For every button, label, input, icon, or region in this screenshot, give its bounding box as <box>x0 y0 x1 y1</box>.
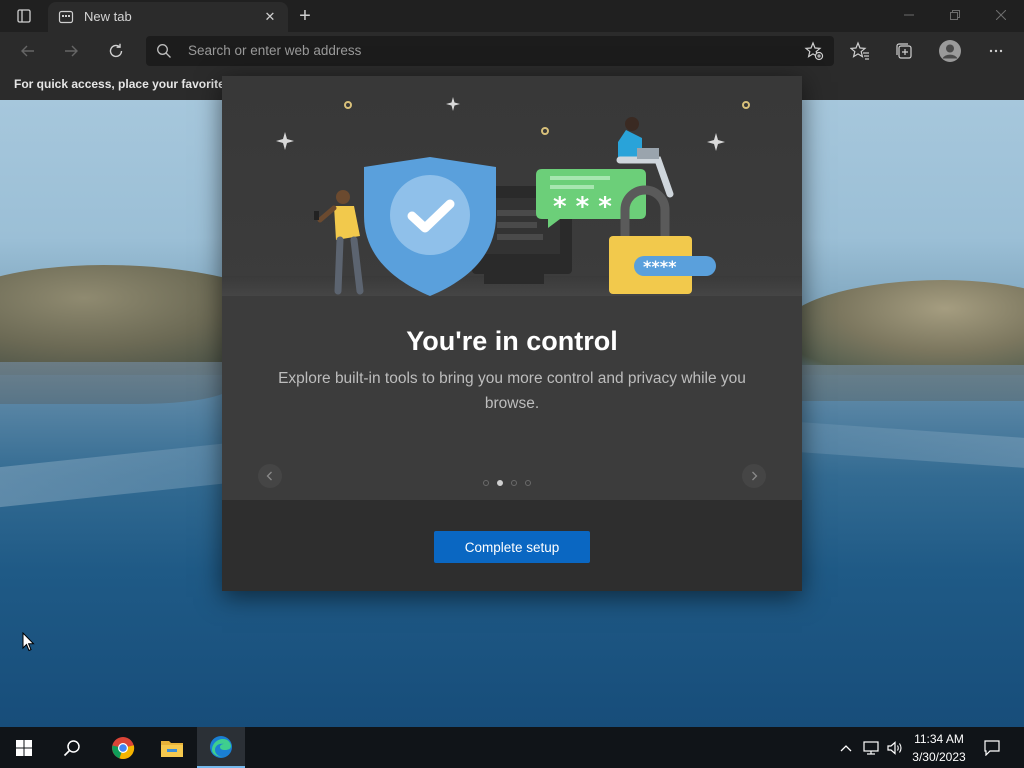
dialog-title: You're in control <box>406 326 618 356</box>
background-shore-right <box>800 365 1024 401</box>
close-icon <box>996 10 1006 20</box>
background-shore-left <box>0 362 230 404</box>
person-with-phone-icon <box>314 190 364 295</box>
background-water-band <box>0 442 230 508</box>
more-dots-icon <box>989 49 1003 53</box>
collections-icon <box>896 43 912 59</box>
navigation-toolbar: Search or enter web address <box>0 32 1024 70</box>
tab-new-tab[interactable]: New tab ✕ <box>48 2 288 32</box>
refresh-button[interactable] <box>100 35 132 67</box>
volume-icon <box>887 740 902 755</box>
tab-title: New tab <box>84 9 132 24</box>
search-icon <box>157 44 171 58</box>
slide-pager <box>483 480 543 488</box>
add-favorite-icon[interactable] <box>804 41 824 61</box>
notifications-icon <box>984 739 1000 756</box>
background-hill-right <box>780 280 1024 375</box>
pager-dot[interactable] <box>483 480 489 486</box>
tab-close-icon[interactable]: ✕ <box>260 7 280 27</box>
forward-button[interactable] <box>55 35 87 67</box>
start-icon <box>16 739 32 756</box>
taskbar-file-explorer-button[interactable] <box>148 727 196 768</box>
chevron-left-icon <box>266 471 272 481</box>
previous-slide-button[interactable] <box>258 464 282 488</box>
welcome-dialog: * * * **** You're in control Explore bui… <box>222 76 802 591</box>
restore-icon <box>950 10 960 20</box>
taskbar-clock[interactable]: 11:34 AM 3/30/2023 <box>906 730 972 766</box>
restore-button[interactable] <box>932 0 978 30</box>
privacy-illustration: * * * **** <box>222 76 802 296</box>
taskbar-search-button[interactable] <box>48 727 96 768</box>
complete-setup-button[interactable]: Complete setup <box>434 531 590 563</box>
dialog-description: Explore built-in tools to bring you more… <box>278 370 746 412</box>
settings-more-button[interactable] <box>980 35 1012 67</box>
favorites-bar-hint: For quick access, place your favorites h <box>14 77 243 91</box>
padlock-icon: **** <box>609 185 716 294</box>
favorites-button[interactable] <box>844 35 876 67</box>
search-icon <box>63 739 80 756</box>
sparkle-icon <box>276 97 725 151</box>
next-slide-button[interactable] <box>742 464 766 488</box>
tab-actions-button[interactable] <box>8 6 40 26</box>
network-status-button[interactable] <box>860 727 882 768</box>
clock-date: 3/30/2023 <box>912 750 966 764</box>
taskbar-edge-button[interactable] <box>197 727 245 768</box>
chevron-right-icon <box>752 471 758 481</box>
pager-dot[interactable] <box>525 480 531 486</box>
background-water-band <box>800 422 1024 468</box>
minimize-button[interactable] <box>886 0 932 30</box>
favorites-icon <box>850 41 869 60</box>
back-arrow-icon <box>21 45 34 57</box>
start-button[interactable] <box>0 727 48 768</box>
profile-button[interactable] <box>934 35 966 67</box>
mouse-cursor-icon <box>22 632 35 652</box>
new-tab-favicon-icon <box>58 10 74 24</box>
edge-icon <box>210 735 232 758</box>
taskbar: 11:34 AM 3/30/2023 <box>0 727 1024 768</box>
refresh-icon <box>109 43 123 58</box>
pager-dot-active[interactable] <box>497 480 503 486</box>
address-bar[interactable]: Search or enter web address <box>146 36 834 66</box>
chrome-icon <box>112 736 135 759</box>
title-bar: New tab ✕ + <box>0 0 1024 32</box>
collections-button[interactable] <box>888 35 920 67</box>
forward-arrow-icon <box>65 45 78 57</box>
new-tab-button[interactable]: + <box>292 4 318 28</box>
volume-button[interactable] <box>884 727 906 768</box>
shield-check-icon <box>364 157 496 296</box>
pager-dot[interactable] <box>511 480 517 486</box>
action-center-button[interactable] <box>978 727 1006 768</box>
network-icon <box>863 740 879 755</box>
show-hidden-icons-button[interactable] <box>836 727 856 768</box>
close-window-button[interactable] <box>978 0 1024 30</box>
address-placeholder: Search or enter web address <box>188 43 362 58</box>
decorative-dot-icon <box>344 101 750 135</box>
tab-actions-icon <box>17 9 31 23</box>
minimize-icon <box>904 14 914 16</box>
dialog-footer: Complete setup <box>222 500 802 591</box>
illustration-svg: * * * **** <box>276 97 750 296</box>
back-button[interactable] <box>12 35 44 67</box>
svg-text:****: **** <box>643 257 677 276</box>
taskbar-chrome-button[interactable] <box>99 727 147 768</box>
svg-text:* * *: * * * <box>553 192 612 222</box>
file-explorer-icon <box>161 740 183 757</box>
avatar-icon <box>939 40 961 62</box>
clock-time: 11:34 AM <box>914 732 964 746</box>
chevron-up-icon <box>840 744 852 751</box>
